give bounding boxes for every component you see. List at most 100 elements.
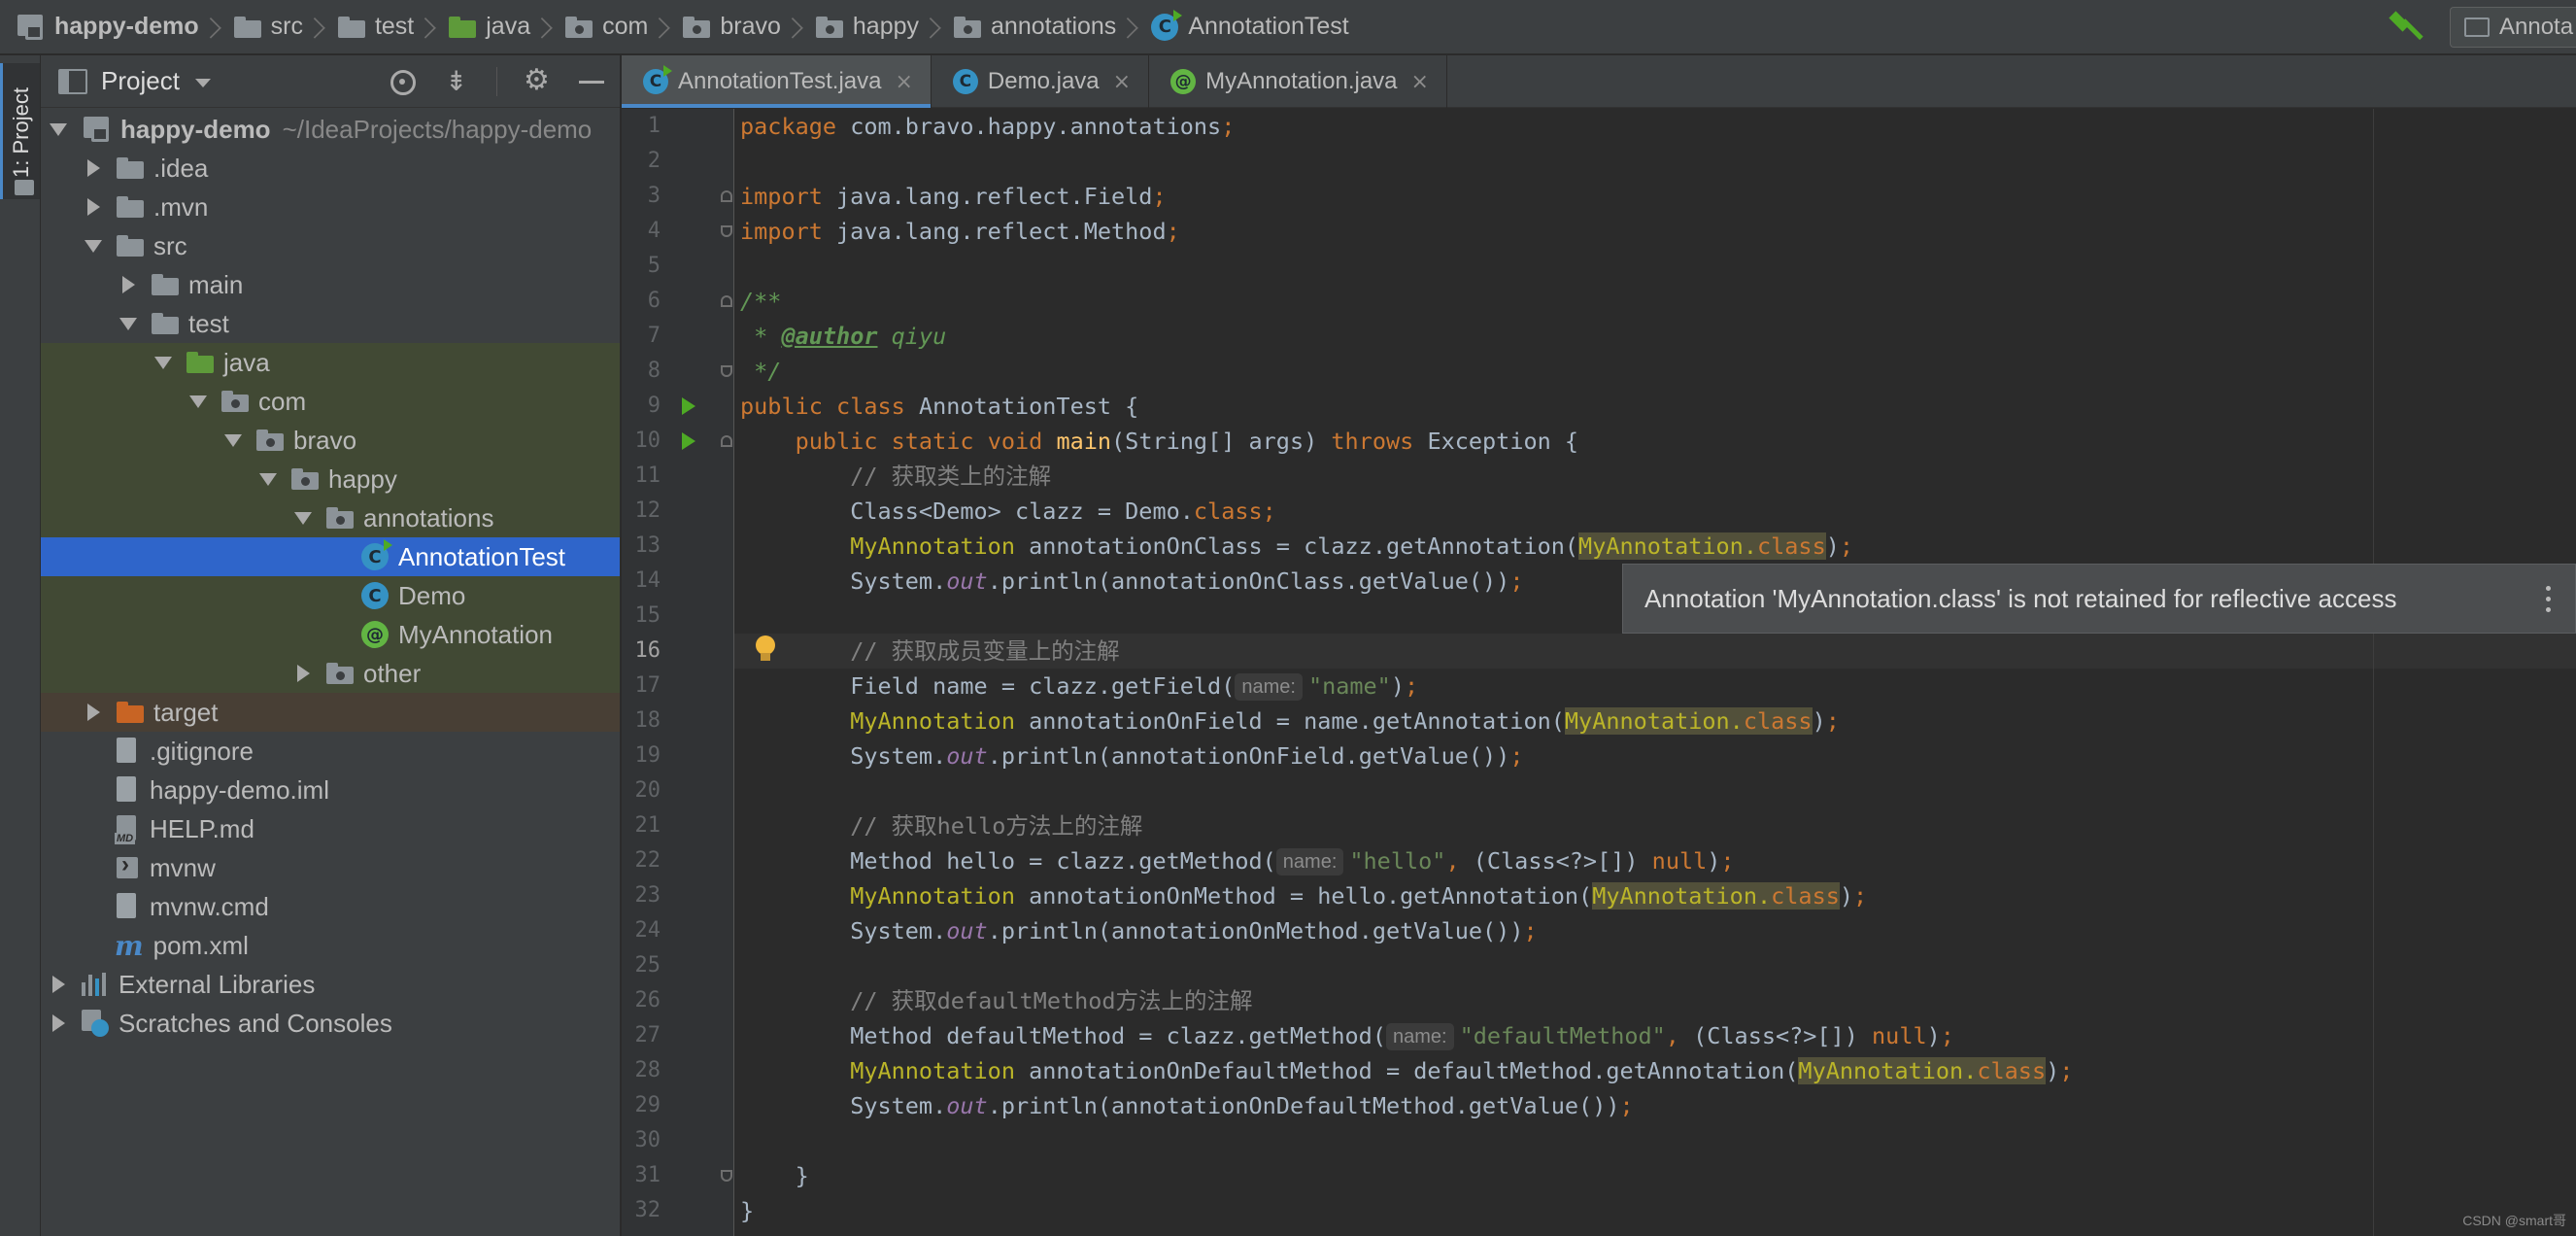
code-text[interactable]: // 获取defaultMethod方法上的注解 bbox=[740, 983, 1252, 1018]
expand-arrow-icon[interactable] bbox=[186, 390, 210, 413]
code-text[interactable]: * @author qiyu bbox=[740, 319, 946, 354]
tree-node-iml[interactable]: happy-demo.iml bbox=[41, 771, 620, 809]
chevron-down-icon[interactable] bbox=[194, 79, 211, 87]
expand-arrow-icon[interactable] bbox=[291, 662, 315, 685]
breadcrumb-project[interactable]: happy-demo bbox=[16, 0, 199, 53]
code-text[interactable]: System.out.println(annotationOnMethod.ge… bbox=[740, 913, 1537, 948]
tree-node-annotations[interactable]: annotations bbox=[41, 498, 620, 537]
code-text[interactable]: import java.lang.reflect.Field; bbox=[740, 179, 1167, 214]
expand-arrow-icon[interactable] bbox=[47, 973, 70, 996]
code-text[interactable]: Method hello = clazz.getMethod(name: "hel… bbox=[740, 843, 1735, 878]
close-icon[interactable]: × bbox=[1113, 70, 1131, 94]
code-text[interactable]: package com.bravo.happy.annotations; bbox=[740, 109, 1235, 144]
tree-node-external-libraries[interactable]: External Libraries bbox=[41, 965, 620, 1004]
expand-arrow-icon[interactable] bbox=[47, 118, 70, 141]
tree-node-target[interactable]: target bbox=[41, 693, 620, 732]
tree-node-pom[interactable]: m pom.xml bbox=[41, 926, 620, 965]
more-vertical-icon[interactable] bbox=[2546, 586, 2552, 613]
expand-arrow-icon[interactable] bbox=[256, 467, 280, 491]
tab-annotationtest-java[interactable]: C AnnotationTest.java × bbox=[622, 55, 932, 108]
breadcrumb-bravo[interactable]: bravo bbox=[683, 0, 781, 53]
tree-node-main[interactable]: main bbox=[41, 265, 620, 304]
breadcrumb-happy[interactable]: happy bbox=[815, 0, 919, 53]
run-gutter-icon[interactable] bbox=[682, 397, 695, 415]
expand-arrow-icon[interactable] bbox=[82, 234, 105, 258]
tree-node-annotationtest[interactable]: C AnnotationTest bbox=[41, 537, 620, 576]
run-gutter-icon[interactable] bbox=[682, 432, 695, 450]
tree-node-mvnw[interactable]: mvnw bbox=[41, 848, 620, 887]
code-text[interactable]: System.out.println(annotationOnField.get… bbox=[740, 738, 1523, 773]
tree-node-mvnw-cmd[interactable]: mvnw.cmd bbox=[41, 887, 620, 926]
tree-node-mvn[interactable]: .mvn bbox=[41, 188, 620, 226]
tree-node-com[interactable]: com bbox=[41, 382, 620, 421]
breadcrumb-java[interactable]: java bbox=[449, 0, 530, 53]
close-icon[interactable]: × bbox=[1411, 70, 1429, 94]
tab-myannotation-java[interactable]: @ MyAnnotation.java × bbox=[1149, 55, 1447, 108]
breadcrumb-src[interactable]: src bbox=[233, 0, 303, 53]
fold-toggle-icon[interactable] bbox=[721, 435, 732, 447]
code-text[interactable]: MyAnnotation annotationOnField = name.ge… bbox=[740, 704, 1840, 738]
code-text[interactable]: import java.lang.reflect.Method; bbox=[740, 214, 1180, 249]
expand-arrow-icon[interactable] bbox=[47, 1012, 70, 1035]
breadcrumb-annotations[interactable]: annotations bbox=[954, 0, 1116, 53]
fold-toggle-icon[interactable] bbox=[721, 365, 732, 377]
code-text[interactable]: public class AnnotationTest { bbox=[740, 389, 1138, 424]
gear-icon[interactable] bbox=[523, 63, 552, 97]
breadcrumb-test[interactable]: test bbox=[337, 0, 414, 53]
code-text[interactable]: MyAnnotation annotationOnMethod = hello.… bbox=[740, 878, 1867, 913]
expand-arrow-icon[interactable] bbox=[82, 701, 105, 724]
project-view-title[interactable]: Project bbox=[101, 66, 180, 96]
code-text[interactable]: System.out.println(annotationOnClass.get… bbox=[740, 564, 1523, 599]
expand-arrow-icon[interactable] bbox=[117, 312, 140, 335]
code-text[interactable]: // 获取成员变量上的注解 bbox=[740, 634, 1119, 669]
code-editor[interactable]: 1 package com.bravo.happy.annotations; 2… bbox=[622, 109, 2576, 1236]
tree-node-happy[interactable]: happy bbox=[41, 460, 620, 498]
expand-arrow-icon[interactable] bbox=[117, 273, 140, 296]
fold-toggle-icon[interactable] bbox=[721, 295, 732, 307]
minimize-icon[interactable] bbox=[577, 67, 606, 96]
code-text[interactable]: /** bbox=[740, 284, 781, 319]
hammer-icon[interactable] bbox=[2386, 11, 2423, 44]
project-tool-window-button[interactable]: 1: Project bbox=[0, 63, 40, 199]
tree-node-root[interactable]: happy-demo ~/IdeaProjects/happy-demo bbox=[41, 110, 620, 149]
locate-icon[interactable] bbox=[388, 67, 417, 96]
code-text[interactable]: } bbox=[740, 1158, 809, 1193]
code-text[interactable]: public static void main(String[] args) t… bbox=[740, 424, 1578, 459]
tree-node-idea[interactable]: .idea bbox=[41, 149, 620, 188]
tree-node-demo[interactable]: C Demo bbox=[41, 576, 620, 615]
fold-toggle-icon[interactable] bbox=[721, 190, 732, 202]
run-configuration-selector[interactable]: Annota bbox=[2450, 7, 2576, 48]
breadcrumb-com[interactable]: com bbox=[565, 0, 648, 53]
expand-arrow-icon[interactable] bbox=[82, 195, 105, 219]
tree-node-other[interactable]: other bbox=[41, 654, 620, 693]
tree-node-java[interactable]: java bbox=[41, 343, 620, 382]
code-text[interactable]: MyAnnotation annotationOnClass = clazz.g… bbox=[740, 529, 1853, 564]
breadcrumb-annotationtest[interactable]: C AnnotationTest bbox=[1151, 0, 1349, 53]
tab-demo-java[interactable]: C Demo.java × bbox=[932, 55, 1150, 108]
tree-node-myannotation[interactable]: @ MyAnnotation bbox=[41, 615, 620, 654]
code-text[interactable]: // 获取类上的注解 bbox=[740, 459, 1051, 494]
expand-arrow-icon[interactable] bbox=[291, 506, 315, 530]
code-text[interactable]: Method defaultMethod = clazz.getMethod(n… bbox=[740, 1018, 1954, 1053]
code-text[interactable]: Class<Demo> clazz = Demo.class; bbox=[740, 494, 1276, 529]
tree-node-gitignore[interactable]: .gitignore bbox=[41, 732, 620, 771]
tree-node-test[interactable]: test bbox=[41, 304, 620, 343]
tree-node-help-md[interactable]: MD HELP.md bbox=[41, 809, 620, 848]
expand-arrow-icon[interactable] bbox=[221, 429, 245, 452]
code-text[interactable]: } bbox=[740, 1193, 754, 1228]
collapse-all-icon[interactable] bbox=[442, 65, 471, 97]
tree-node-src[interactable]: src bbox=[41, 226, 620, 265]
code-text[interactable]: */ bbox=[740, 354, 781, 389]
code-text[interactable]: System.out.println(annotationOnDefaultMe… bbox=[740, 1088, 1633, 1123]
code-text[interactable]: Field name = clazz.getField(name: "name")… bbox=[740, 669, 1418, 704]
run-config-icon bbox=[2464, 17, 2490, 37]
close-icon[interactable]: × bbox=[895, 70, 912, 94]
tree-node-scratches[interactable]: Scratches and Consoles bbox=[41, 1004, 620, 1043]
fold-toggle-icon[interactable] bbox=[721, 225, 732, 237]
expand-arrow-icon[interactable] bbox=[152, 351, 175, 374]
expand-arrow-icon[interactable] bbox=[82, 156, 105, 180]
code-text[interactable]: // 获取hello方法上的注解 bbox=[740, 808, 1142, 843]
fold-toggle-icon[interactable] bbox=[721, 1170, 732, 1182]
tree-node-bravo[interactable]: bravo bbox=[41, 421, 620, 460]
code-text[interactable]: MyAnnotation annotationOnDefaultMethod =… bbox=[740, 1053, 2073, 1088]
